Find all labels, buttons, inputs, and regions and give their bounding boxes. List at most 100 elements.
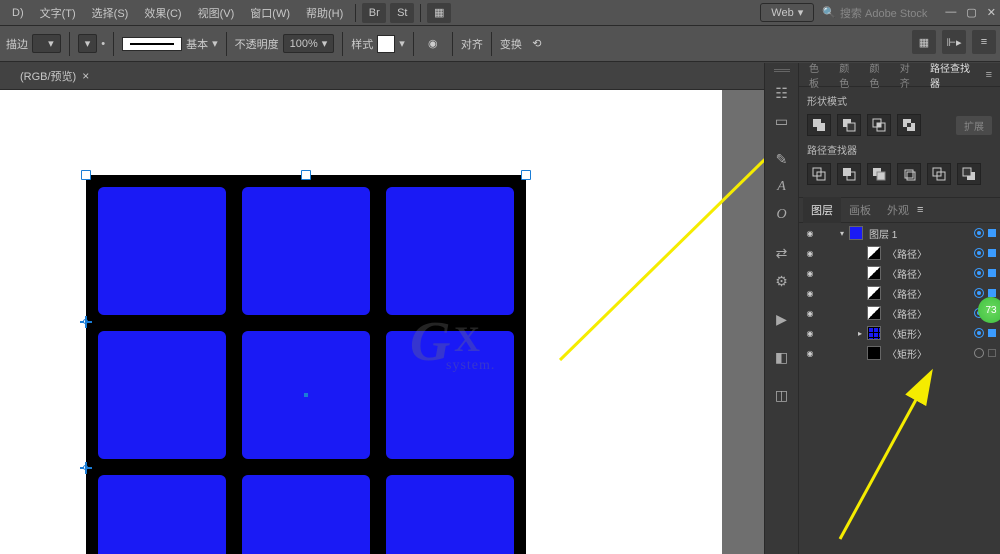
opacity-field[interactable]: 100% ▾ (283, 34, 335, 53)
layer-name[interactable]: 〈路径〉 (883, 306, 970, 321)
layer-row[interactable]: ◉ 〈路径〉 (799, 263, 1000, 283)
selection-indicator[interactable] (988, 249, 996, 257)
selection-indicator[interactable] (988, 289, 996, 297)
layer-row[interactable]: ◉▾图层 1 (799, 223, 1000, 243)
menu-help[interactable]: 帮助(H) (298, 5, 351, 21)
maximize-icon[interactable]: ▢ (966, 6, 976, 19)
stock-search[interactable]: 🔍 搜索 Adobe Stock (814, 3, 935, 23)
stroke-weight-dropdown[interactable]: ▾ (32, 34, 61, 53)
align-panel-icon[interactable]: ◫ (769, 382, 795, 408)
document-tab[interactable]: (RGB/预览) × (10, 64, 99, 88)
selection-handle[interactable] (301, 170, 311, 180)
swatches-tab[interactable]: 色板 (803, 60, 833, 90)
layer-name[interactable]: 〈路径〉 (883, 286, 970, 301)
layers-tab[interactable]: 图层 (803, 197, 841, 223)
chevron-down-icon[interactable]: ▾ (212, 37, 218, 50)
merge-button[interactable] (867, 163, 891, 185)
layer-row[interactable]: ◉ ▸ 〈矩形〉 (799, 323, 1000, 343)
panel-menu-icon[interactable]: ≡ (917, 204, 923, 216)
canvas-area[interactable]: G X system. (0, 90, 764, 554)
visibility-icon[interactable]: ◉ (803, 329, 817, 338)
snap-icon[interactable]: ⊩▸ (942, 30, 966, 54)
outline-button[interactable] (927, 163, 951, 185)
layer-row[interactable]: ◉ 〈矩形〉 (799, 343, 1000, 363)
unite-button[interactable] (807, 114, 831, 136)
paragraph-panel-icon[interactable]: O (769, 202, 795, 228)
layer-name[interactable]: 〈路径〉 (883, 266, 970, 281)
menu-select[interactable]: 选择(S) (84, 5, 137, 21)
selection-indicator[interactable] (988, 349, 996, 357)
bridge-icon[interactable]: Br (362, 3, 386, 23)
target-icon[interactable] (974, 288, 984, 298)
transform-label[interactable]: 变换 (500, 36, 522, 52)
crop-button[interactable] (897, 163, 921, 185)
libraries-panel-icon[interactable]: ▭ (769, 108, 795, 134)
notification-badge[interactable]: 73 (978, 297, 1000, 323)
close-tab-icon[interactable]: × (82, 69, 89, 83)
selection-handle[interactable] (521, 170, 531, 180)
visibility-icon[interactable]: ◉ (803, 249, 817, 258)
anchor-point[interactable] (80, 462, 92, 474)
selection-handle[interactable] (81, 170, 91, 180)
layer-name[interactable]: 〈矩形〉 (883, 326, 970, 341)
appearance-tab[interactable]: 外观 (879, 202, 917, 218)
visibility-icon[interactable]: ◉ (803, 229, 817, 238)
minimize-icon[interactable]: — (945, 6, 956, 19)
color-tab[interactable]: 颜色 (833, 60, 863, 90)
disclosure-icon[interactable]: ▸ (855, 329, 865, 338)
visibility-icon[interactable]: ◉ (803, 289, 817, 298)
target-icon[interactable] (974, 248, 984, 258)
layer-name[interactable]: 图层 1 (865, 226, 970, 241)
transform-icon[interactable]: ⟲ (526, 33, 548, 55)
stock-icon[interactable]: St (390, 3, 414, 23)
selection-indicator[interactable] (988, 269, 996, 277)
properties-panel-icon[interactable]: ☷ (769, 80, 795, 106)
exclude-button[interactable] (897, 114, 921, 136)
target-icon[interactable] (974, 268, 984, 278)
artboards-tab[interactable]: 画板 (841, 202, 879, 218)
selected-grid-object[interactable] (86, 175, 526, 554)
settings-panel-icon[interactable]: ⚙ (769, 268, 795, 294)
menu-view[interactable]: 视图(V) (190, 5, 243, 21)
layer-name[interactable]: 〈矩形〉 (883, 346, 970, 361)
menu-object[interactable]: D) (4, 7, 32, 19)
minus-back-button[interactable] (957, 163, 981, 185)
arrange-docs-icon[interactable]: ▦ (427, 3, 451, 23)
close-icon[interactable]: ✕ (987, 6, 996, 19)
panel-menu-icon[interactable]: ≡ (982, 69, 996, 81)
layer-row[interactable]: ◉ 〈路径〉 (799, 243, 1000, 263)
menu-type[interactable]: 文字(T) (32, 5, 84, 21)
symbols-panel-icon[interactable]: ⇄ (769, 240, 795, 266)
layer-row[interactable]: ◉ 〈路径〉 (799, 283, 1000, 303)
target-icon[interactable] (974, 348, 984, 358)
expand-button[interactable]: 扩展 (956, 116, 992, 135)
graphic-style-swatch[interactable] (377, 35, 395, 53)
menu-window[interactable]: 窗口(W) (242, 5, 298, 21)
chevron-down-icon[interactable]: ▾ (399, 37, 405, 50)
visibility-icon[interactable]: ◉ (803, 349, 817, 358)
anchor-point[interactable] (80, 316, 92, 328)
actions-panel-icon[interactable]: ▶ (769, 306, 795, 332)
visibility-icon[interactable]: ◉ (803, 269, 817, 278)
selection-indicator[interactable] (988, 229, 996, 237)
character-panel-icon[interactable]: A (769, 174, 795, 200)
color-guide-tab[interactable]: 颜色 (864, 60, 894, 90)
layer-name[interactable]: 〈路径〉 (883, 246, 970, 261)
align-label[interactable]: 对齐 (461, 36, 483, 52)
layer-row[interactable]: ◉ 〈路径〉 (799, 303, 1000, 323)
brushes-panel-icon[interactable]: ✎ (769, 146, 795, 172)
visibility-icon[interactable]: ◉ (803, 309, 817, 318)
vsp-dropdown[interactable]: ▾ (78, 34, 98, 53)
panel-menu-icon[interactable]: ≡ (972, 30, 996, 54)
artboards-panel-icon[interactable]: ◧ (769, 344, 795, 370)
align-tab[interactable]: 对齐 (894, 60, 924, 90)
workspace-switcher[interactable]: Web ▾ (760, 3, 814, 22)
selection-indicator[interactable] (988, 329, 996, 337)
stroke-style-preview[interactable] (122, 37, 182, 51)
grid-icon[interactable]: ▦ (912, 30, 936, 54)
drag-handle-icon[interactable] (774, 69, 790, 72)
trim-button[interactable] (837, 163, 861, 185)
artboard[interactable]: G X system. (0, 90, 722, 554)
menu-effect[interactable]: 效果(C) (136, 5, 189, 21)
target-icon[interactable] (974, 228, 984, 238)
